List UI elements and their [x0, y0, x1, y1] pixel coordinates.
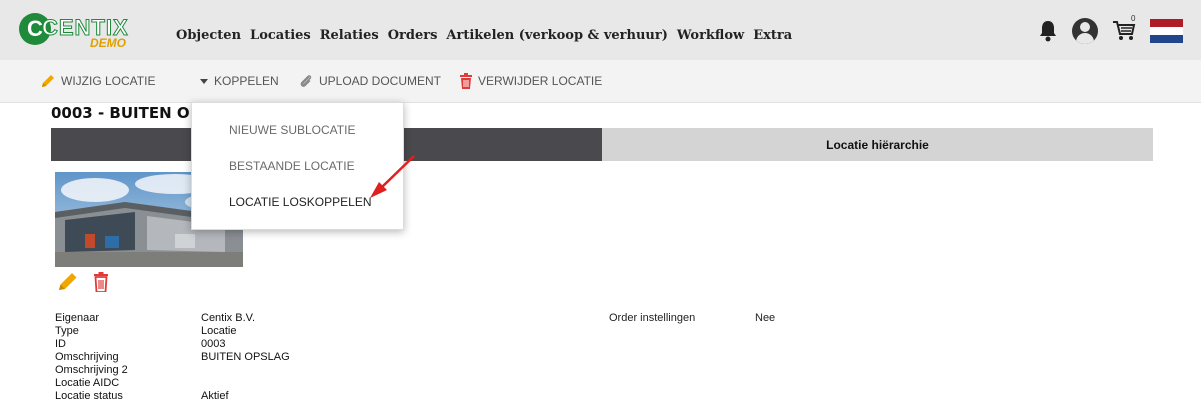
- order-settings-label: Order instellingen: [609, 312, 696, 324]
- detail-label: ID: [55, 338, 66, 350]
- detail-label: Locatie AIDC: [55, 377, 120, 389]
- user-avatar-icon[interactable]: [1072, 18, 1098, 44]
- upload-document-button[interactable]: UPLOAD DOCUMENT: [298, 73, 441, 89]
- dutch-flag-icon[interactable]: [1150, 19, 1183, 43]
- detail-label: Omschrijving 2: [55, 364, 128, 376]
- page-title: 0003 - BUITEN O: [51, 104, 190, 122]
- header-actions: 0: [1038, 14, 1183, 44]
- detail-value: BUITEN OPSLAG: [201, 351, 290, 363]
- main-menu: Objecten Locaties Relaties Orders Artike…: [176, 28, 792, 43]
- nav-relaties[interactable]: Relaties: [320, 28, 379, 43]
- detail-value: Locatie: [201, 325, 237, 337]
- detail-value: Centix B.V.: [201, 312, 256, 324]
- delete-photo-button[interactable]: [93, 272, 109, 296]
- nav-locaties[interactable]: Locaties: [250, 28, 311, 43]
- pencil-icon: [42, 75, 54, 87]
- trash-icon: [94, 272, 108, 293]
- nav-objecten[interactable]: Objecten: [176, 28, 241, 43]
- action-toolbar: WIJZIG LOCATIE KOPPELEN UPLOAD DOCUMENT …: [0, 60, 1201, 103]
- delete-location-label: VERWIJDER LOCATIE: [478, 74, 603, 88]
- bell-icon[interactable]: [1038, 20, 1058, 42]
- centix-logo[interactable]: C CENTIX DEMO: [16, 10, 146, 54]
- logo-subtitle: DEMO: [90, 36, 126, 50]
- link-dropdown-button[interactable]: KOPPELEN: [199, 73, 279, 89]
- menu-item-new-sublocation[interactable]: NIEUWE SUBLOCATIE: [229, 123, 355, 137]
- detail-label: Omschrijving: [55, 351, 119, 363]
- order-settings-value: Nee: [755, 312, 776, 324]
- edit-location-label: WIJZIG LOCATIE: [61, 74, 156, 88]
- paperclip-icon: [300, 75, 312, 87]
- cart-count: 0: [1131, 14, 1136, 23]
- nav-workflow[interactable]: Workflow: [677, 28, 744, 43]
- pencil-icon: [59, 273, 77, 290]
- nav-extra[interactable]: Extra: [753, 28, 792, 43]
- caret-down-icon: [200, 79, 208, 84]
- link-dropdown-menu: NIEUWE SUBLOCATIE BESTAANDE LOCATIE LOCA…: [191, 102, 404, 230]
- edit-location-button[interactable]: WIJZIG LOCATIE: [40, 73, 155, 89]
- link-label: KOPPELEN: [214, 74, 279, 88]
- tab-location-hierarchy[interactable]: Locatie hiërarchie: [602, 128, 1153, 161]
- delete-location-button[interactable]: VERWIJDER LOCATIE: [459, 73, 602, 89]
- nav-orders[interactable]: Orders: [388, 28, 438, 43]
- trash-icon: [460, 73, 472, 89]
- detail-label: Locatie status: [55, 390, 123, 402]
- edit-photo-button[interactable]: [57, 272, 79, 296]
- top-navigation-bar: C CENTIX DEMO Objecten Locaties Relaties…: [0, 0, 1201, 60]
- upload-document-label: UPLOAD DOCUMENT: [319, 74, 442, 88]
- detail-value: Aktief: [201, 390, 229, 402]
- detail-label: Eigenaar: [55, 312, 100, 324]
- detail-value: 0003: [201, 338, 226, 350]
- cart-icon[interactable]: 0: [1112, 14, 1136, 42]
- menu-item-unlink-location[interactable]: LOCATIE LOSKOPPELEN: [229, 195, 372, 209]
- detail-label: Type: [55, 325, 79, 337]
- menu-item-existing-location[interactable]: BESTAANDE LOCATIE: [229, 159, 355, 173]
- nav-artikelen[interactable]: Artikelen (verkoop & verhuur): [446, 28, 667, 43]
